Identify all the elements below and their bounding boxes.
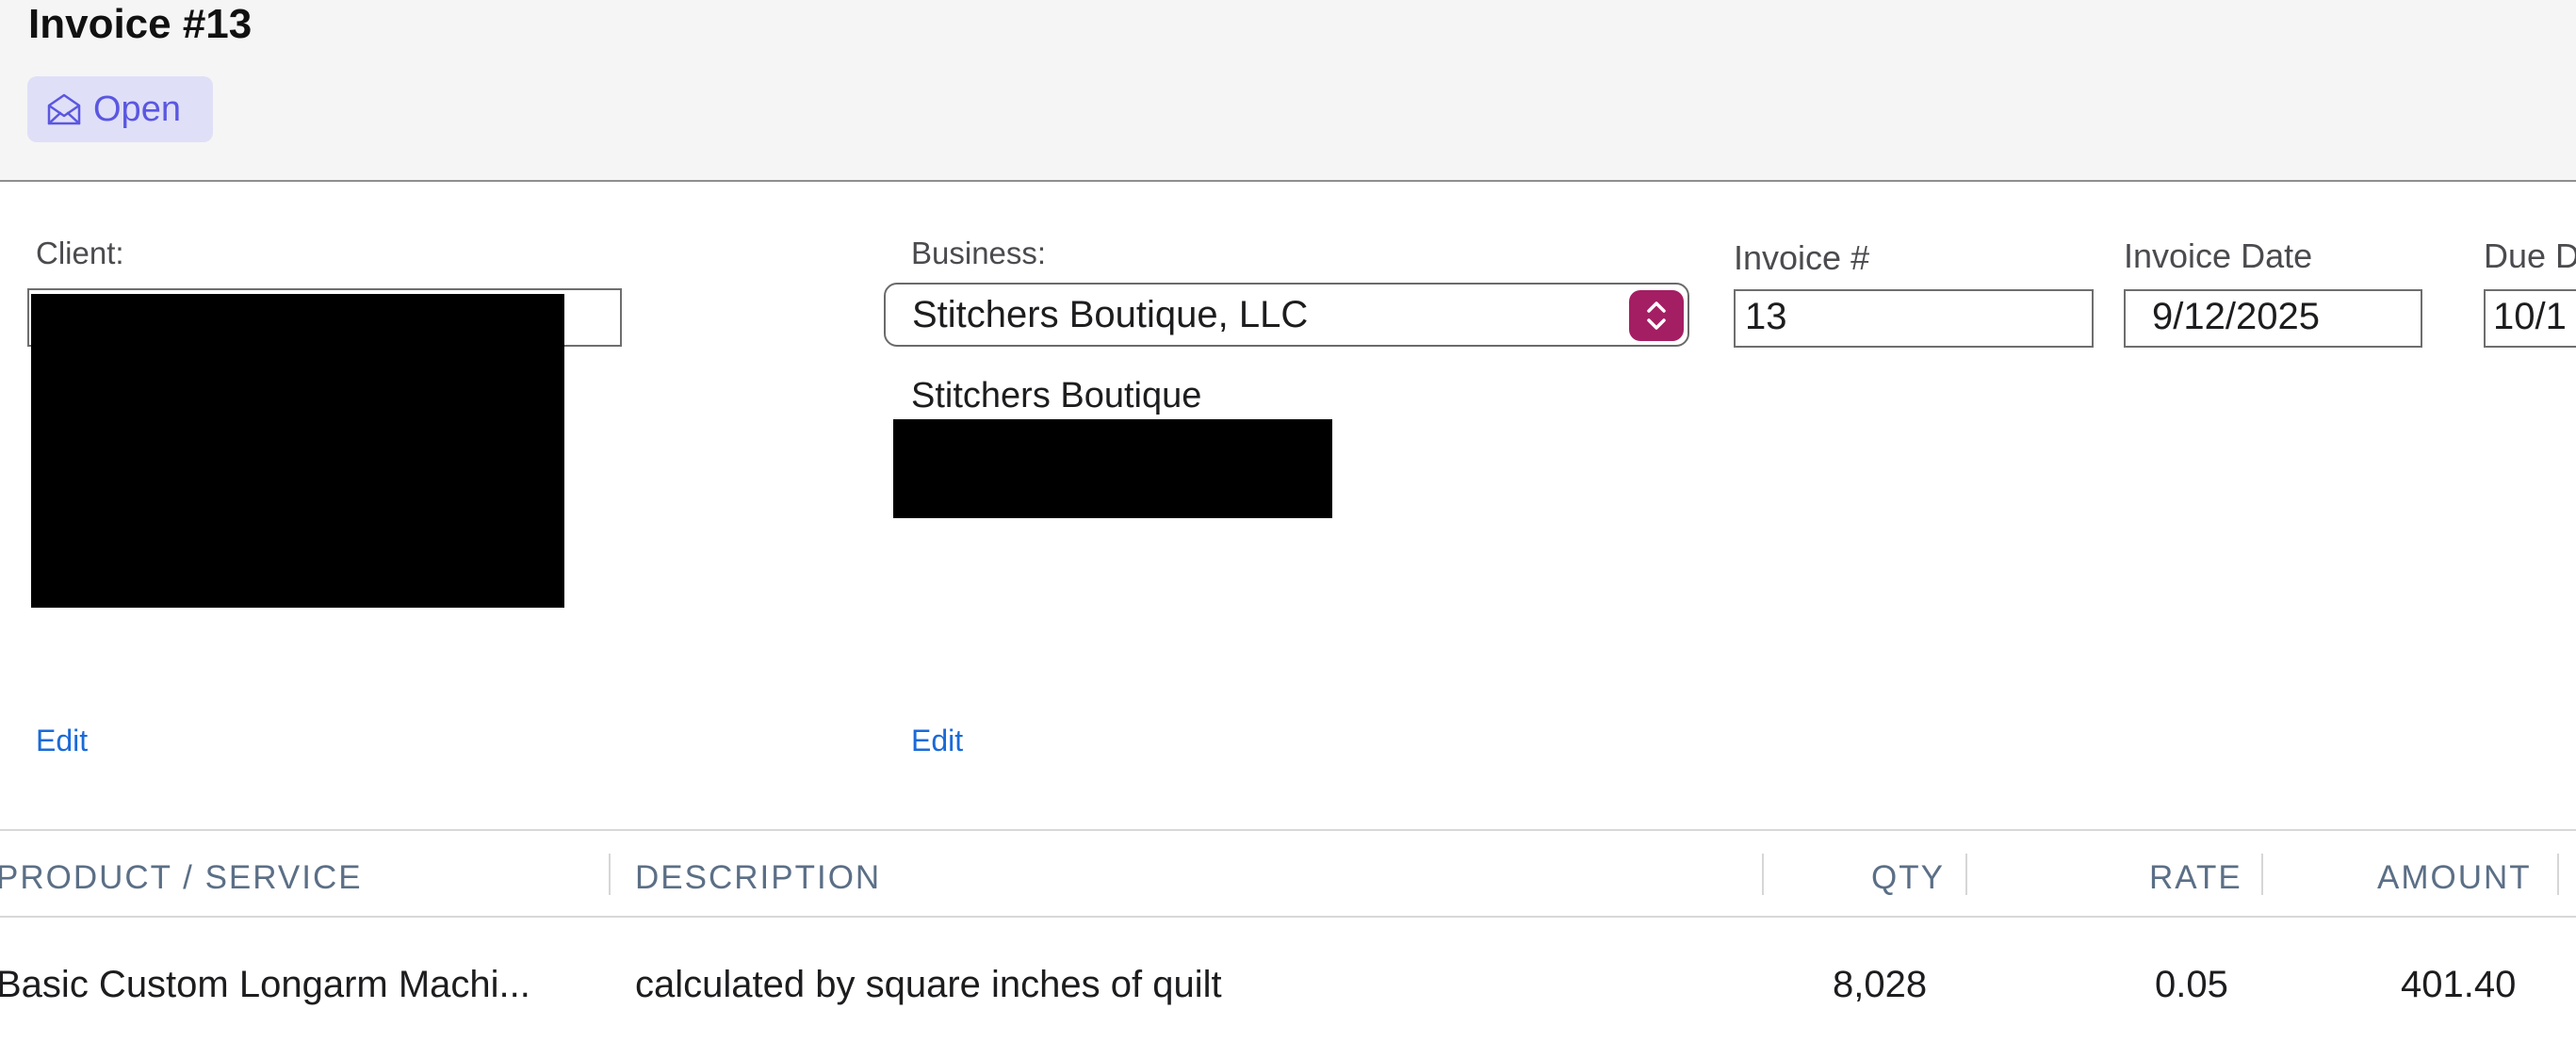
client-address-redacted — [31, 294, 564, 608]
invoice-number-input[interactable]: 13 — [1734, 289, 2094, 348]
invoice-date-label: Invoice Date — [2124, 236, 2313, 275]
invoice-date-input[interactable]: 9/12/2025 — [2124, 289, 2422, 348]
business-select-value: Stitchers Boutique, LLC — [912, 294, 1309, 335]
column-divider[interactable] — [2557, 854, 2559, 895]
due-date-input[interactable]: 10/1 — [2484, 289, 2576, 348]
column-header-rate: RATE — [2149, 859, 2242, 896]
row-product[interactable]: Basic Custom Longarm Machi... — [0, 964, 530, 1006]
invoice-number-label: Invoice # — [1734, 238, 1870, 277]
business-label: Business: — [911, 236, 1047, 270]
row-description[interactable]: calculated by square inches of quilt — [635, 964, 1222, 1006]
page-title: Invoice #13 — [28, 1, 253, 47]
column-header-qty: QTY — [1871, 859, 1945, 896]
line-items-header: PRODUCT / SERVICE DESCRIPTION QTY RATE A… — [0, 829, 2576, 918]
client-label: Client: — [36, 236, 124, 270]
column-divider[interactable] — [609, 854, 611, 895]
chevron-up-down-icon[interactable] — [1629, 290, 1684, 341]
business-edit-link[interactable]: Edit — [911, 724, 963, 758]
client-edit-link[interactable]: Edit — [36, 724, 88, 758]
column-divider[interactable] — [2261, 854, 2263, 895]
row-amount[interactable]: 401.40 — [2401, 964, 2516, 1006]
business-select[interactable]: Stitchers Boutique, LLC — [884, 283, 1689, 347]
status-label: Open — [93, 89, 181, 129]
business-name: Stitchers Boutique — [911, 376, 1202, 415]
invoice-header: Invoice #13 Open — [0, 0, 2576, 182]
column-divider[interactable] — [1762, 854, 1764, 895]
row-rate[interactable]: 0.05 — [2155, 964, 2228, 1006]
column-header-product: PRODUCT / SERVICE — [0, 859, 363, 896]
envelope-open-icon — [44, 90, 84, 129]
row-qty[interactable]: 8,028 — [1833, 964, 1927, 1006]
column-header-description: DESCRIPTION — [635, 859, 882, 896]
due-date-label: Due D — [2484, 236, 2576, 275]
business-address-redacted — [893, 419, 1332, 518]
column-divider[interactable] — [1965, 854, 1967, 895]
column-header-amount: AMOUNT — [2377, 859, 2532, 896]
status-badge[interactable]: Open — [27, 76, 213, 142]
